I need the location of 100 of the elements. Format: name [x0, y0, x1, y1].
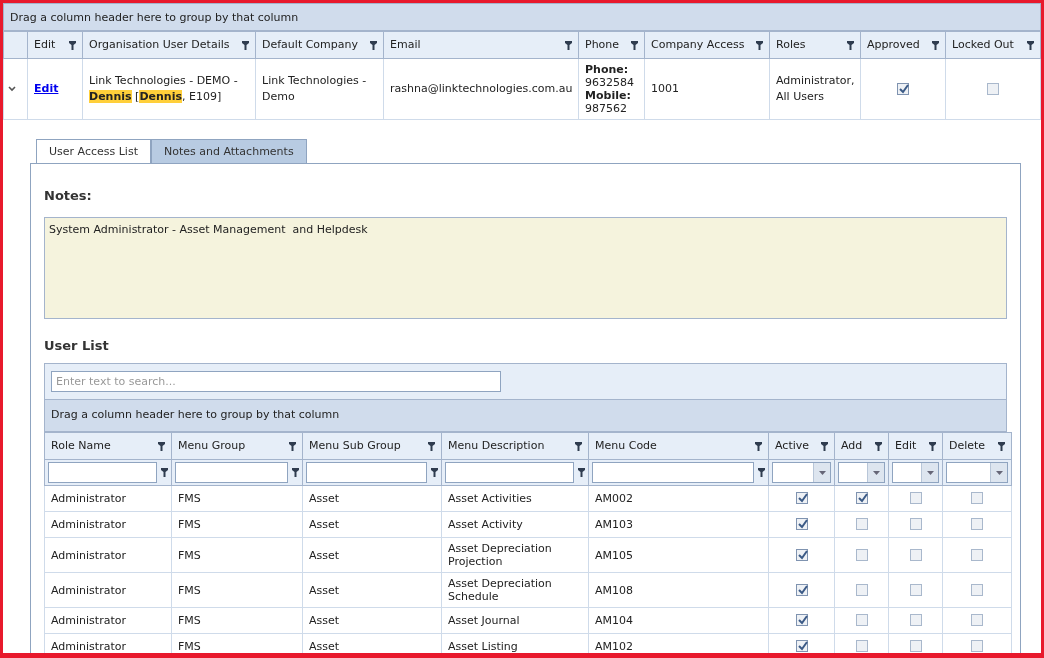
filter-icon[interactable]: [565, 40, 572, 50]
filter-dropdown[interactable]: [946, 462, 1008, 483]
filter-icon[interactable]: [755, 441, 762, 451]
filter-icon[interactable]: [875, 441, 882, 451]
table-cell: Administrator: [51, 583, 126, 597]
table-cell: Asset: [309, 640, 340, 653]
checkbox[interactable]: [909, 548, 922, 561]
edit-link[interactable]: Edit: [34, 81, 59, 95]
group-panel: Drag a column header here to group by that column: [3, 3, 1041, 31]
phone-label: Phone:: [585, 63, 630, 76]
filter-field[interactable]: [175, 462, 288, 483]
checkbox[interactable]: [909, 583, 922, 596]
filter-icon[interactable]: [758, 468, 765, 477]
checkbox[interactable]: [855, 518, 868, 531]
table-cell: Asset Depreciation Projection: [448, 542, 552, 568]
search-field[interactable]: Enter text to search...: [51, 371, 501, 392]
filter-icon[interactable]: [158, 441, 165, 451]
checkbox[interactable]: [971, 614, 983, 627]
table-cell: Administrator: [51, 518, 126, 531]
filter-icon[interactable]: [932, 40, 939, 50]
filter-icon[interactable]: [1027, 40, 1034, 50]
checkbox[interactable]: [795, 640, 808, 653]
table-cell: Administrator: [51, 492, 126, 505]
table-cell: FMS: [178, 640, 201, 653]
table-cell: FMS: [178, 583, 201, 597]
filter-icon[interactable]: [370, 40, 377, 50]
notes-box: System Administrator - Asset Management and Helpdesk: [44, 216, 1007, 319]
phone-label: Mobile:: [585, 89, 632, 102]
checkbox[interactable]: [909, 492, 922, 505]
filter-icon[interactable]: [431, 468, 438, 477]
filter-icon[interactable]: [575, 441, 582, 451]
checkbox[interactable]: [855, 614, 868, 627]
table-cell: Asset Activities: [448, 492, 532, 505]
tab[interactable]: User Access List: [36, 139, 151, 163]
filter-field[interactable]: [306, 462, 427, 483]
filter-dropdown[interactable]: [772, 462, 831, 483]
filter-icon[interactable]: [161, 468, 168, 477]
tab[interactable]: Notes and Attachments: [150, 139, 307, 163]
filter-icon[interactable]: [998, 441, 1005, 451]
filter-icon[interactable]: [289, 441, 296, 451]
table-cell: Asset Listing: [448, 640, 518, 653]
filter-icon[interactable]: [821, 441, 828, 451]
checkbox[interactable]: [971, 492, 983, 505]
checkbox[interactable]: [855, 583, 868, 596]
checkbox[interactable]: [795, 614, 808, 627]
chevron-down-icon[interactable]: [8, 85, 16, 92]
checkbox[interactable]: [897, 82, 909, 95]
checkbox[interactable]: [795, 548, 808, 561]
checkbox[interactable]: [909, 640, 922, 653]
table-cell: Administrator: [51, 614, 126, 627]
table-cell: AM103: [595, 518, 633, 531]
filter-icon[interactable]: [428, 441, 435, 451]
table-cell: Asset: [309, 492, 340, 505]
filter-field[interactable]: [592, 462, 754, 483]
dropdown-arrow-icon[interactable]: [818, 470, 826, 475]
filter-dropdown[interactable]: [892, 462, 939, 483]
dropdown-arrow-icon[interactable]: [872, 470, 880, 475]
filter-icon[interactable]: [756, 40, 763, 50]
filter-icon[interactable]: [578, 468, 585, 477]
filter-icon[interactable]: [929, 441, 936, 451]
checkbox[interactable]: [909, 614, 922, 627]
filter-icon[interactable]: [69, 40, 76, 50]
table-cell: AM104: [595, 614, 633, 627]
checkbox[interactable]: [971, 548, 983, 561]
filter-icon[interactable]: [847, 40, 854, 50]
checkbox[interactable]: [971, 518, 983, 531]
filter-icon[interactable]: [292, 468, 299, 477]
table-cell: Link Technologies - Demo: [262, 73, 367, 103]
checkbox[interactable]: [971, 640, 983, 653]
table-cell: Asset: [309, 548, 340, 562]
checkbox[interactable]: [987, 82, 999, 95]
checkbox[interactable]: [855, 548, 868, 561]
table-cell: Administrator, All Users: [776, 73, 855, 103]
dropdown-arrow-icon[interactable]: [995, 470, 1003, 475]
checkbox[interactable]: [909, 518, 922, 531]
checkbox[interactable]: [855, 492, 868, 505]
table-cell: Administrator: [51, 548, 126, 562]
table-cell: AM105: [595, 548, 633, 562]
filter-icon[interactable]: [242, 40, 249, 50]
section-label: Notes:: [44, 187, 93, 205]
filter-field[interactable]: [48, 462, 157, 483]
table-cell: FMS: [178, 614, 201, 627]
column-header[interactable]: Email: [390, 36, 421, 54]
checkbox[interactable]: [795, 583, 808, 596]
checkbox[interactable]: [971, 583, 983, 596]
table-cell: Asset: [309, 518, 340, 531]
org-user-details: Link Technologies - DEMO - Dennis [Dennis, E109]: [89, 72, 239, 105]
checkbox[interactable]: [855, 640, 868, 653]
table-cell: Asset: [309, 614, 340, 627]
table-cell: FMS: [178, 518, 201, 531]
checkbox[interactable]: [795, 518, 808, 531]
table-cell: AM108: [595, 583, 633, 597]
filter-field[interactable]: [445, 462, 574, 483]
table-cell: Asset: [309, 583, 340, 597]
checkbox[interactable]: [795, 492, 808, 505]
filter-icon[interactable]: [631, 40, 638, 50]
filter-dropdown[interactable]: [838, 462, 885, 483]
table-cell: Asset Journal: [448, 614, 520, 627]
dropdown-arrow-icon[interactable]: [926, 470, 934, 475]
table-cell: FMS: [178, 548, 201, 562]
